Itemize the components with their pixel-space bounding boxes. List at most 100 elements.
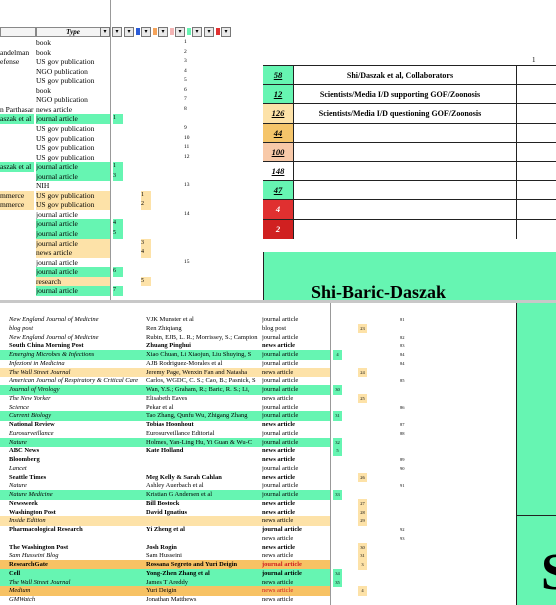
filter-button-1[interactable]: ▾ bbox=[112, 27, 122, 37]
type-header-cell: Type bbox=[36, 27, 110, 37]
top-row[interactable]: andelman book 2 bbox=[0, 48, 250, 58]
legend-row: 126 Scientists/Media I/D questioning GOF/… bbox=[263, 103, 556, 124]
top-row[interactable]: NGO publication 7 bbox=[0, 95, 250, 105]
right-big-letter: S bbox=[541, 544, 556, 601]
top-row-type: journal article bbox=[36, 114, 110, 124]
legend-count: 58 bbox=[263, 66, 294, 85]
top-row[interactable]: NIH 13 bbox=[0, 181, 250, 191]
top-row-c1: 1 bbox=[113, 162, 123, 172]
top-row[interactable]: US gov publication 9 bbox=[0, 124, 250, 134]
top-row-type: US gov publication bbox=[36, 143, 95, 153]
bottom-row-k1 bbox=[333, 595, 342, 605]
blue-swatch bbox=[136, 28, 140, 35]
legend-count: 126 bbox=[263, 104, 294, 124]
filter-button-7[interactable]: ▾ bbox=[204, 27, 214, 37]
top-row[interactable]: journal article 15 bbox=[0, 258, 250, 268]
legend-divider bbox=[516, 200, 517, 220]
filter-button-5[interactable]: ▾ bbox=[175, 27, 185, 37]
top-row-type: journal article bbox=[36, 238, 110, 249]
top-row[interactable]: efense US gov publication 3 bbox=[0, 57, 250, 67]
legend-label: Scientists/Media I/D supporting GOF/Zoon… bbox=[319, 90, 481, 100]
legend-row: 12 Scientists/Media I/D supporting GOF/Zo… bbox=[263, 84, 556, 105]
legend-count: 47 bbox=[263, 181, 294, 201]
legend-row: 44 bbox=[263, 122, 556, 143]
top-row[interactable]: journal article 7 bbox=[0, 286, 250, 296]
top-row-type: journal article bbox=[36, 286, 110, 296]
top-row-type: journal article bbox=[36, 257, 78, 267]
top-row-type: journal article bbox=[36, 219, 110, 229]
filter-button-3[interactable]: ▾ bbox=[141, 27, 151, 37]
top-row-src: aszak et al bbox=[0, 162, 34, 172]
legend-divider bbox=[516, 142, 517, 162]
type-filter-button[interactable]: ▾ bbox=[100, 27, 110, 37]
top-row-c2: 5 bbox=[141, 276, 151, 287]
top-row[interactable]: mmerce US gov publication 2 bbox=[0, 200, 250, 210]
top-row-num: 5 bbox=[184, 77, 187, 84]
top-row-src: n Parthasar bbox=[0, 104, 34, 114]
legend-count: 2 bbox=[263, 219, 294, 239]
bottom-row[interactable]: GMWatch Jonathan Matthews news article bbox=[0, 595, 440, 605]
top-row[interactable]: US gov publication 5 bbox=[0, 76, 250, 86]
top-row[interactable]: n Parthasar news article 8 bbox=[0, 105, 250, 115]
top-row-src: aszak et al bbox=[0, 114, 34, 124]
filter-button-4[interactable]: ▾ bbox=[158, 27, 168, 37]
top-row[interactable]: news article 4 bbox=[0, 248, 250, 258]
top-row-c2: 3 bbox=[141, 238, 151, 249]
top-row[interactable]: journal article 3 bbox=[0, 171, 250, 182]
filter-button-8[interactable]: ▾ bbox=[221, 27, 231, 37]
bottom-row-s: GMWatch bbox=[9, 596, 36, 603]
top-row[interactable]: US gov publication 10 bbox=[0, 134, 250, 144]
bottom-row-a: Jonathan Matthews bbox=[146, 596, 197, 603]
legend-count: 12 bbox=[263, 85, 294, 105]
top-row[interactable]: NGO publication 4 bbox=[0, 67, 250, 77]
top-row-num: 4 bbox=[184, 67, 187, 74]
filter-button-6[interactable]: ▾ bbox=[192, 27, 202, 37]
legend-count: 100 bbox=[263, 142, 294, 162]
top-row[interactable]: journal article 6 bbox=[0, 267, 250, 277]
top-row-c2: 1 bbox=[141, 190, 151, 201]
filter-header-row: Type ▾ ▾ ▾ ▾ ▾ ▾ ▾ ▾ ▾ bbox=[0, 27, 240, 37]
top-row-type: US gov publication bbox=[36, 190, 110, 201]
top-row-c1: 1 bbox=[113, 114, 123, 124]
top-row[interactable]: book 6 bbox=[0, 86, 250, 96]
top-row[interactable]: mmerce US gov publication 1 bbox=[0, 190, 250, 201]
top-row[interactable]: research 5 bbox=[0, 276, 250, 287]
legend-label bbox=[295, 162, 505, 181]
top-row[interactable]: journal article 5 bbox=[0, 229, 250, 239]
legend-row: 100 bbox=[263, 141, 556, 162]
column-number-label: 1 bbox=[532, 56, 536, 64]
top-row-c1: 5 bbox=[113, 229, 123, 239]
legend-divider bbox=[516, 66, 517, 85]
top-row[interactable]: journal article 14 bbox=[0, 210, 250, 220]
top-row-type: journal article bbox=[36, 267, 110, 277]
top-row-type: news article bbox=[36, 248, 110, 258]
top-row[interactable]: journal article 4 bbox=[0, 219, 250, 229]
top-row-c1: 4 bbox=[113, 219, 123, 229]
top-row[interactable]: aszak et al journal article 1 bbox=[0, 162, 250, 172]
green-swatch bbox=[187, 28, 191, 35]
top-row-src: mmerce bbox=[0, 200, 34, 210]
top-row[interactable]: US gov publication 11 bbox=[0, 143, 250, 153]
legend-count: 148 bbox=[263, 162, 294, 181]
top-row[interactable]: aszak et al journal article 1 bbox=[0, 114, 250, 124]
top-row-c2: 2 bbox=[141, 200, 151, 210]
top-row-c1: 6 bbox=[113, 267, 123, 277]
top-row-num: 8 bbox=[184, 105, 187, 112]
top-row-num: 9 bbox=[184, 124, 187, 131]
legend-row: 148 bbox=[263, 161, 556, 181]
source-header-cell bbox=[0, 27, 36, 37]
top-row[interactable]: journal article 3 bbox=[0, 238, 250, 249]
filter-button-2[interactable]: ▾ bbox=[124, 27, 134, 37]
bottom-row-t: news article bbox=[262, 596, 294, 603]
top-row-c1: 7 bbox=[113, 286, 123, 296]
top-row-num: 13 bbox=[184, 182, 190, 189]
banner-block: Shi-Baric-Daszak bbox=[263, 252, 556, 300]
top-row[interactable]: US gov publication 12 bbox=[0, 153, 250, 163]
top-row-type: book bbox=[36, 38, 51, 47]
orange-swatch bbox=[153, 28, 157, 35]
legend-divider bbox=[516, 162, 517, 181]
top-row[interactable]: book 1 bbox=[0, 38, 250, 48]
top-row-num: 2 bbox=[184, 48, 187, 55]
top-row-type: journal article bbox=[36, 229, 110, 239]
top-row-type: journal article bbox=[36, 171, 110, 182]
